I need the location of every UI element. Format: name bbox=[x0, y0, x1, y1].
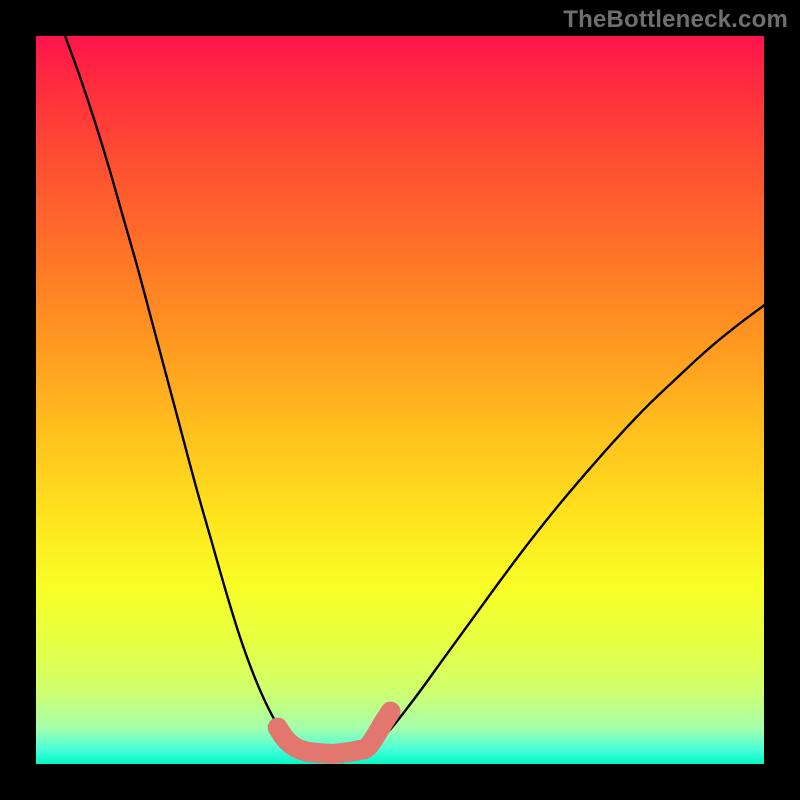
valley-marker-group bbox=[278, 712, 391, 754]
watermark-text: TheBottleneck.com bbox=[563, 6, 788, 34]
valley-marker-dot bbox=[371, 717, 391, 737]
chart-frame: TheBottleneck.com bbox=[0, 0, 800, 800]
bottleneck-curve bbox=[65, 36, 764, 754]
plot-area bbox=[36, 36, 764, 764]
chart-svg bbox=[36, 36, 764, 764]
